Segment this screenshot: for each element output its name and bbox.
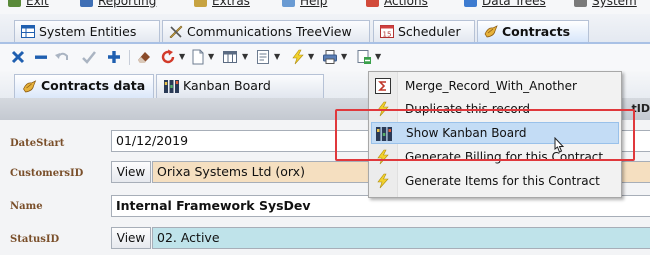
tools-icon: [169, 25, 183, 38]
columns-icon[interactable]: [222, 49, 238, 65]
menu-bar: Exit Reporting Extras Help Actions Data …: [0, 0, 650, 14]
tab-contracts-data[interactable]: Contracts data: [14, 74, 154, 98]
cursor-icon: [554, 137, 565, 153]
delete-icon[interactable]: [10, 49, 26, 65]
help-icon: [282, 0, 295, 7]
tab-contracts[interactable]: Contracts: [477, 20, 589, 42]
extras-icon: [194, 0, 207, 7]
lightning-icon: [377, 173, 389, 189]
print-dropdown[interactable]: ▼: [341, 52, 347, 61]
callout-highlight-box: [335, 109, 635, 161]
exit-icon: [8, 0, 21, 7]
contracts-icon: [23, 80, 37, 93]
menu-item-generate-items[interactable]: Generate Items for this Contract: [371, 170, 619, 192]
form-layout-dropdown[interactable]: ▼: [274, 52, 280, 61]
refresh-dropdown[interactable]: ▼: [179, 52, 185, 61]
tab-kanban-board[interactable]: Kanban Board: [156, 74, 324, 98]
actions-dropdown[interactable]: ▼: [308, 52, 314, 61]
add-icon[interactable]: [106, 49, 122, 65]
menu-extras[interactable]: Extras: [194, 0, 250, 8]
menu-exit[interactable]: Exit: [8, 0, 49, 8]
menu-help[interactable]: Help: [282, 0, 327, 8]
field-label-customersid: CustomersID: [10, 168, 84, 179]
export-icon[interactable]: [356, 49, 372, 65]
tree-icon: [464, 0, 477, 7]
form-layout-icon[interactable]: [255, 49, 271, 65]
eraser-icon[interactable]: [136, 49, 152, 65]
refresh-icon[interactable]: [160, 49, 176, 65]
menu-item-merge-record[interactable]: Merge_Record_With_Another: [371, 75, 619, 97]
toolbar: ▼ ▼ ▼ ▼ ▼ ▼ ▼: [0, 44, 650, 72]
name-field[interactable]: Internal Framework SysDev: [111, 195, 650, 217]
tab-scheduler[interactable]: 15 Scheduler: [373, 20, 475, 42]
field-label-name: Name: [10, 201, 43, 212]
print-icon[interactable]: [322, 49, 338, 65]
new-document-icon[interactable]: [190, 49, 206, 65]
tab-system-entities[interactable]: System Entities: [14, 20, 160, 42]
toolbar-separator: [129, 50, 130, 65]
main-tab-strip: System Entities Communications TreeView …: [0, 14, 650, 44]
view-status-button[interactable]: View: [111, 227, 151, 249]
sigma-icon: [375, 78, 391, 94]
columns-dropdown[interactable]: ▼: [242, 52, 248, 61]
svg-text:15: 15: [383, 31, 392, 39]
tab-communications-treeview[interactable]: Communications TreeView: [162, 20, 370, 42]
kanban-icon: [164, 80, 179, 93]
statusid-field[interactable]: 02. Active: [152, 227, 650, 249]
lightning-icon[interactable]: [290, 49, 306, 65]
minus-icon[interactable]: [33, 49, 49, 65]
menu-actions[interactable]: Actions: [366, 0, 428, 8]
check-icon[interactable]: [81, 49, 97, 65]
calendar-icon: 15: [380, 25, 394, 38]
contracts-icon: [484, 25, 498, 38]
field-label-statusid: StatusID: [10, 234, 60, 245]
report-icon: [80, 0, 93, 7]
menu-data-trees[interactable]: Data Trees: [464, 0, 546, 8]
undo-icon[interactable]: [54, 49, 70, 65]
view-customer-button[interactable]: View: [111, 161, 151, 183]
menu-reporting[interactable]: Reporting: [80, 0, 156, 8]
system-icon: [574, 0, 587, 7]
menu-system[interactable]: System: [574, 0, 637, 8]
new-document-dropdown[interactable]: ▼: [208, 52, 214, 61]
actions-icon: [366, 0, 379, 7]
grid-icon: [21, 25, 35, 38]
field-label-datestart: DateStart: [10, 138, 65, 149]
export-dropdown[interactable]: ▼: [375, 52, 381, 61]
